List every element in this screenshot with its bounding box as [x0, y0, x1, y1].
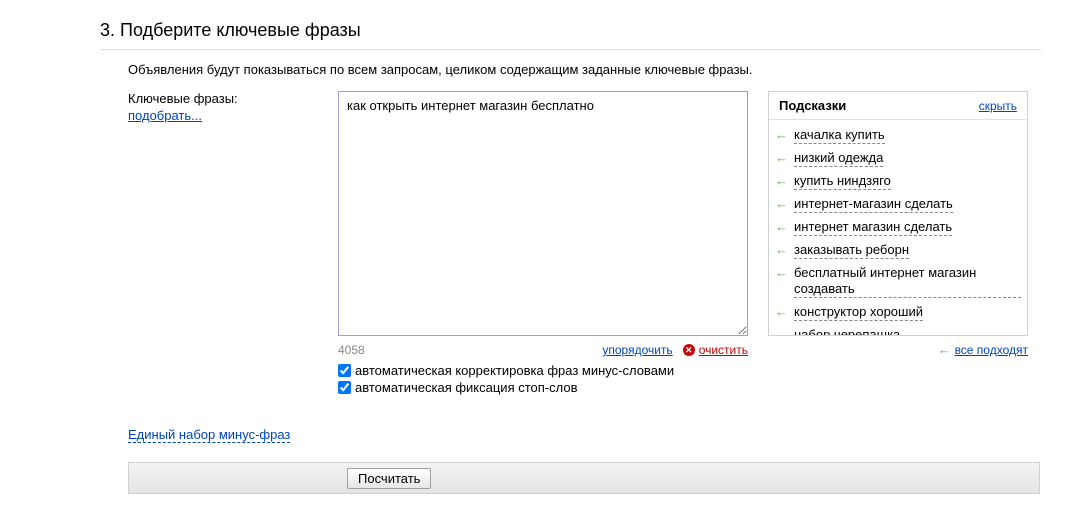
hint-text[interactable]: качалка купить	[794, 127, 885, 144]
keywords-label: Ключевые фразы:	[128, 91, 318, 106]
hint-text[interactable]: купить ниндзяго	[794, 173, 891, 190]
section-title-text: Подберите ключевые фразы	[120, 20, 361, 40]
hint-text[interactable]: интернет-магазин сделать	[794, 196, 953, 213]
hint-text[interactable]: набор черепашка	[794, 327, 900, 335]
stopwords-checkbox[interactable]	[338, 381, 351, 394]
arrow-left-icon[interactable]: ←	[775, 327, 788, 335]
hide-hints-link[interactable]: скрыть	[979, 99, 1017, 113]
footer-bar: Посчитать	[128, 462, 1040, 494]
hint-text[interactable]: низкий одежда	[794, 150, 883, 167]
pick-keywords-link[interactable]: подобрать...	[128, 108, 202, 123]
char-counter: 4058	[338, 343, 365, 357]
keywords-textarea[interactable]	[338, 91, 748, 336]
autocorrect-checkbox[interactable]	[338, 364, 351, 377]
hint-item: ← заказывать реборн	[775, 239, 1021, 262]
arrow-left-icon[interactable]: ←	[775, 150, 788, 166]
hints-panel: Подсказки скрыть ← качалка купить ← низкий …	[768, 91, 1028, 336]
arrow-left-icon[interactable]: ←	[775, 304, 788, 320]
all-fit-link[interactable]: все подходят	[955, 343, 1028, 357]
arrow-left-icon[interactable]: ←	[775, 265, 788, 281]
hint-item: ← интернет магазин сделать	[775, 216, 1021, 239]
arrow-left-icon[interactable]: ←	[775, 173, 788, 189]
arrow-left-icon[interactable]: ←	[775, 196, 788, 212]
hint-text[interactable]: бесплатный интернет магазин создавать	[794, 265, 1021, 298]
hint-item: ← набор черепашка	[775, 324, 1021, 335]
minus-phrases-link[interactable]: Единый набор минус-фраз	[128, 427, 290, 443]
hint-item: ← бесплатный интернет магазин создавать	[775, 262, 1021, 301]
hint-item: ← конструктор хороший	[775, 301, 1021, 324]
arrow-left-icon[interactable]: ←	[775, 242, 788, 258]
section-description: Объявления будут показываться по всем за…	[128, 62, 1041, 77]
arrow-left-icon[interactable]: ←	[938, 342, 951, 358]
clear-label: очистить	[699, 343, 748, 357]
hints-title: Подсказки	[779, 98, 846, 113]
arrow-left-icon[interactable]: ←	[775, 127, 788, 143]
hint-text[interactable]: интернет магазин сделать	[794, 219, 952, 236]
section-title: 3. Подберите ключевые фразы	[100, 20, 1041, 41]
hint-item: ← интернет-магазин сделать	[775, 193, 1021, 216]
hint-text[interactable]: конструктор хороший	[794, 304, 923, 321]
hint-item: ← качалка купить	[775, 124, 1021, 147]
autocorrect-checkbox-row[interactable]: автоматическая корректировка фраз минус-…	[338, 363, 748, 378]
close-icon: ✕	[683, 344, 695, 356]
stopwords-checkbox-row[interactable]: автоматическая фиксация стоп-слов	[338, 380, 748, 395]
calculate-button[interactable]: Посчитать	[347, 468, 431, 489]
hint-item: ← купить ниндзяго	[775, 170, 1021, 193]
sort-link[interactable]: упорядочить	[602, 343, 672, 357]
section-number: 3.	[100, 20, 115, 40]
hint-text[interactable]: заказывать реборн	[794, 242, 909, 259]
hint-item: ← низкий одежда	[775, 147, 1021, 170]
autocorrect-label: автоматическая корректировка фраз минус-…	[355, 363, 674, 378]
clear-link[interactable]: ✕ очистить	[683, 343, 748, 357]
stopwords-label: автоматическая фиксация стоп-слов	[355, 380, 578, 395]
arrow-left-icon[interactable]: ←	[775, 219, 788, 235]
divider	[100, 49, 1041, 50]
